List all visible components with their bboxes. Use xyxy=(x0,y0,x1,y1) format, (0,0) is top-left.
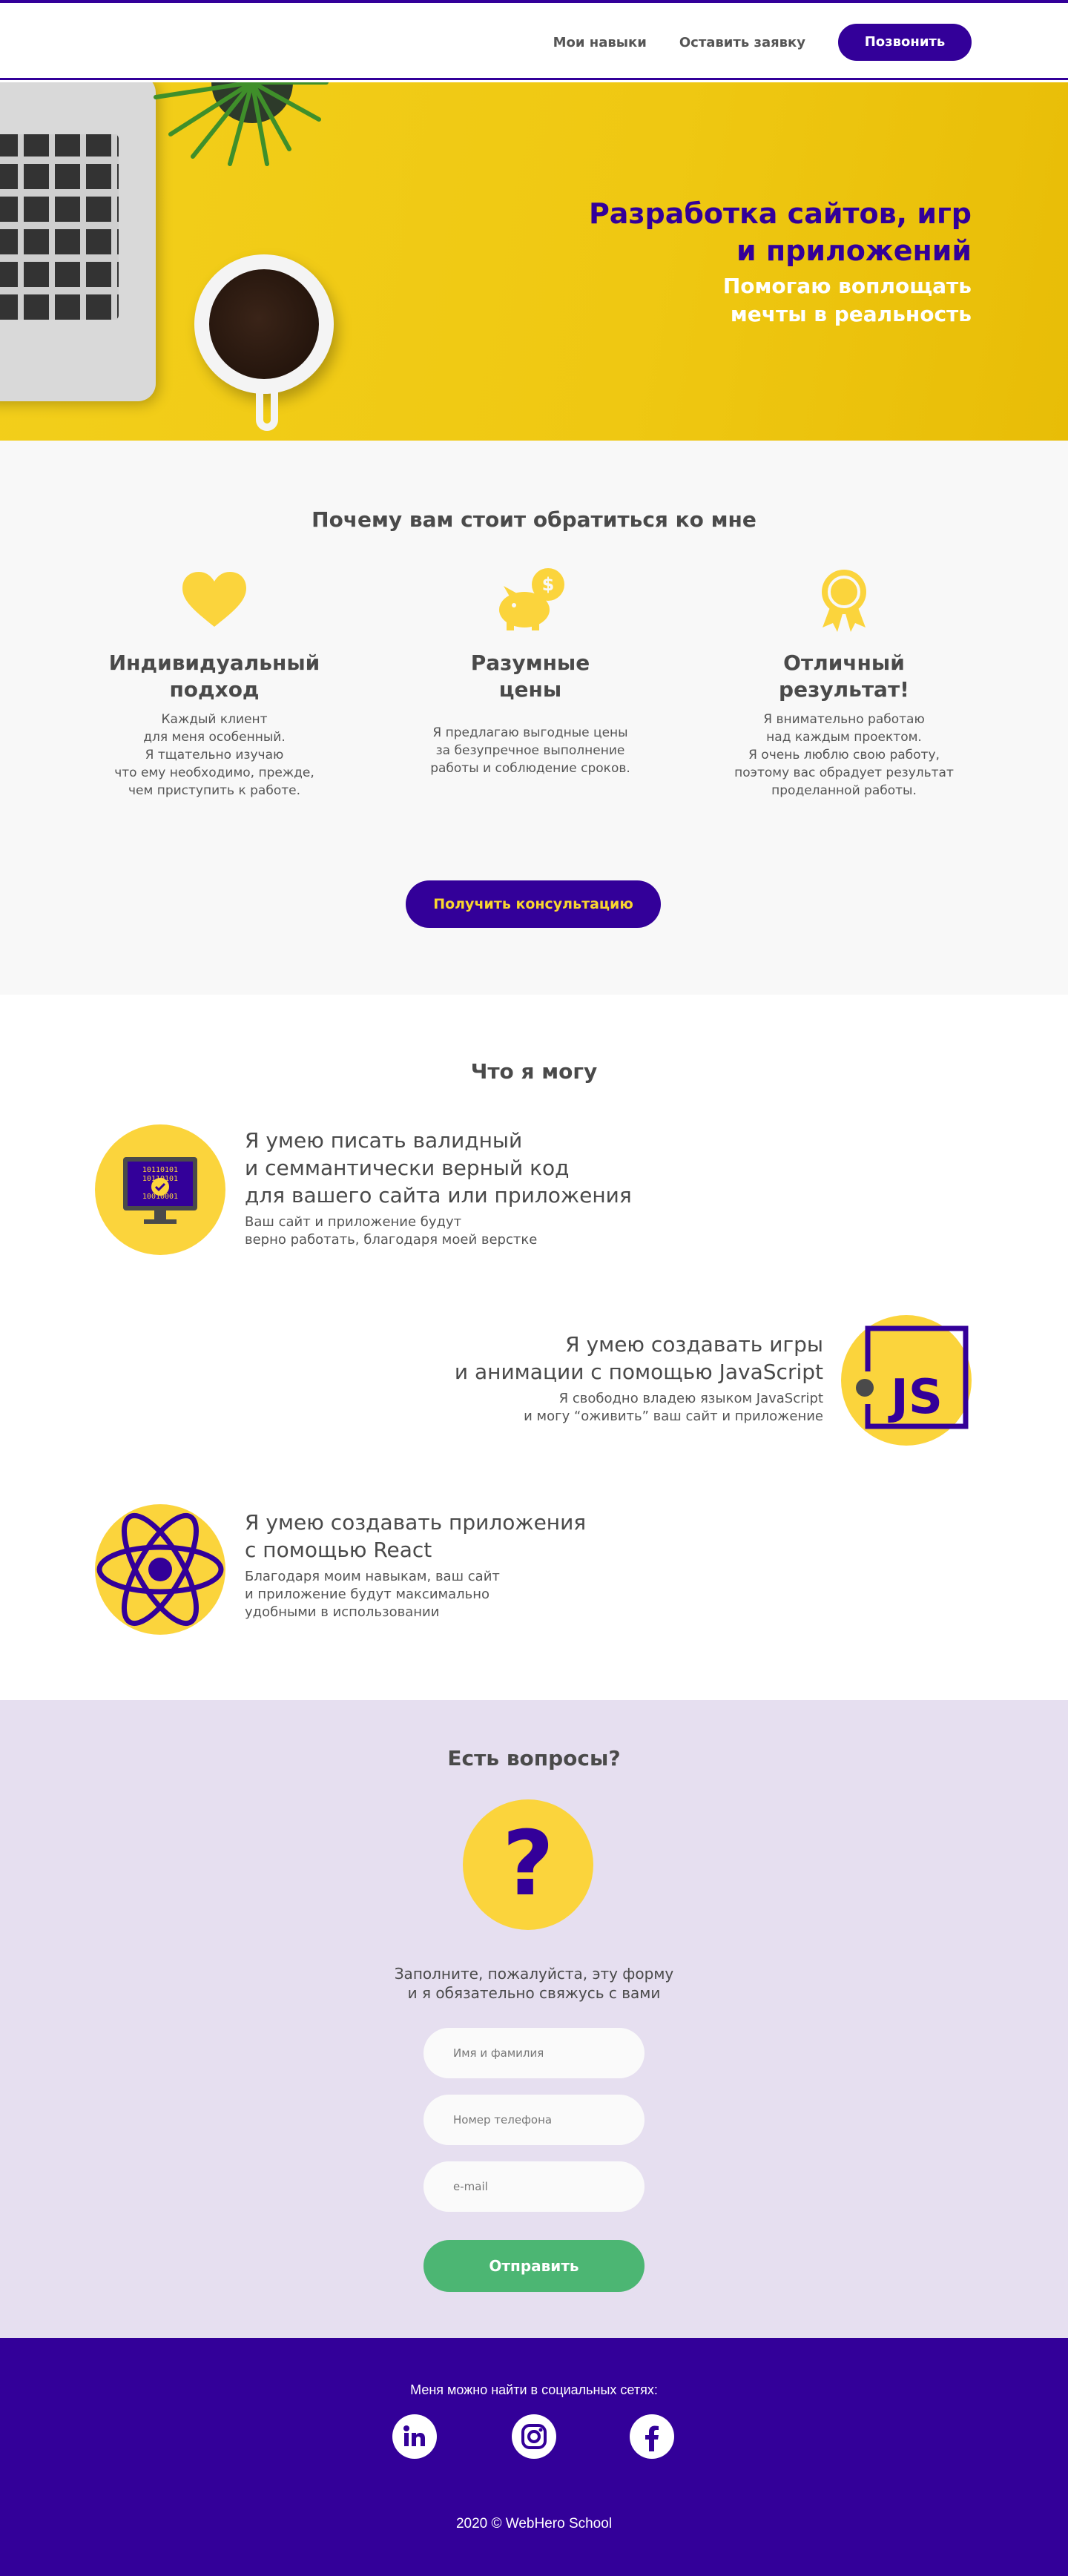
monitor-code-icon: 10110101 10110101 10010001 xyxy=(123,1157,197,1224)
piggy-bank-icon: $ xyxy=(499,568,564,630)
linkedin-icon[interactable] xyxy=(392,2414,437,2459)
questions-section: Есть вопросы? ? Заполните, пожалуйста, э… xyxy=(0,1700,1068,2338)
skill-title: Я умею писать валидный и семмантически ве… xyxy=(245,1128,632,1208)
skill-item-react: Я умею создавать приложения с помощью Rea… xyxy=(245,1509,586,1621)
why-me-section: Почему вам стоит обратиться ко мне Индив… xyxy=(0,441,1068,995)
laptop-image xyxy=(0,82,156,401)
main-nav: Мои навыки Оставить заявку Позвонить xyxy=(521,24,972,61)
feature-text: Я внимательно работаю над каждым проектом… xyxy=(734,712,954,798)
skills-title: Что я могу xyxy=(470,1059,598,1084)
skill-text: Благодаря моим навыкам, ваш сайт и прилож… xyxy=(245,1569,500,1620)
social-text: Меня можно найти в социальных сетях: xyxy=(410,2382,658,2397)
why-title: Почему вам стоит обратиться ко мне xyxy=(312,507,756,532)
feature-title: Индивидуальный подход xyxy=(108,650,320,702)
laptop-keys xyxy=(0,134,119,320)
facebook-icon[interactable] xyxy=(630,2414,674,2459)
skill-title: Я умею создавать приложения с помощью Rea… xyxy=(245,1510,587,1562)
feature-prices: $ Разумные цены Я предлагаю выгодные цены… xyxy=(404,567,656,777)
nav-request-link[interactable]: Оставить заявку xyxy=(679,35,805,50)
name-field[interactable]: Имя и фамилия xyxy=(423,2028,645,2078)
questions-text: Заполните, пожалуйста, эту форму и я обяз… xyxy=(394,1965,674,2002)
award-icon xyxy=(822,570,866,632)
nav-skills-link[interactable]: Мои навыки xyxy=(553,35,647,50)
skill-icon-circle xyxy=(95,1504,225,1635)
feature-text: Каждый клиент для меня особенный. Я тщател… xyxy=(114,712,314,798)
instagram-icon[interactable] xyxy=(512,2414,556,2459)
copyright-text: 2020 © WebHero School xyxy=(455,2516,613,2531)
hero-section: Разработка сайтов, игр и приложений Помог… xyxy=(0,82,1068,441)
skill-text: Ваш сайт и приложение будут верно работат… xyxy=(245,1214,538,1248)
consultation-button[interactable]: Получить консультацию xyxy=(406,880,661,928)
skill-item-code: Я умею писать валидный и семмантически ве… xyxy=(245,1127,632,1249)
skill-icon-circle: 10110101 10110101 10010001 xyxy=(95,1124,225,1255)
skill-icon-circle: JS xyxy=(841,1315,972,1446)
react-icon xyxy=(96,1512,224,1627)
call-button[interactable]: Позвонить xyxy=(838,24,972,61)
feature-text: Я предлагаю выгодные цены за безупречное … xyxy=(430,725,630,776)
skill-title: Я умею создавать игры и анимации с помощь… xyxy=(454,1332,823,1384)
skill-item-javascript: Я умею создавать игры и анимации с помощь… xyxy=(455,1331,823,1426)
header: Мои навыки Оставить заявку Позвонить xyxy=(0,3,1068,80)
skill-text: Я свободно владею языком JavaScript и мог… xyxy=(524,1391,823,1424)
feature-result: Отличный результат! Я внимательно работаю… xyxy=(718,567,970,800)
question-mark-icon: ? xyxy=(463,1799,593,1930)
hero-title: Разработка сайтов, игр и приложений xyxy=(588,197,972,267)
coffee-cup-image xyxy=(194,254,334,394)
feature-title: Отличный результат! xyxy=(779,650,909,702)
hero-subtitle: Помогаю воплощать мечты в реальность xyxy=(722,274,972,326)
skills-section: Что я могу 10110101 10110101 10010001 Я … xyxy=(0,995,1068,1700)
feature-individual: Индивидуальный подход Каждый клиент для ме… xyxy=(88,567,340,800)
javascript-icon: JS xyxy=(856,1325,969,1429)
cup-handle xyxy=(256,386,278,431)
svg-text:JS: JS xyxy=(888,1370,943,1425)
submit-button[interactable]: Отправить xyxy=(423,2240,645,2292)
svg-text:10110101: 10110101 xyxy=(142,1166,178,1174)
questions-title: Есть вопросы? xyxy=(447,1746,621,1770)
footer: Меня можно найти в социальных сетях: 202… xyxy=(0,2338,1068,2576)
feature-title: Разумные цены xyxy=(470,650,590,702)
phone-field[interactable]: Номер телефона xyxy=(423,2095,645,2145)
hero-text: Разработка сайтов, игр и приложений Помог… xyxy=(589,195,972,329)
email-field[interactable]: e-mail xyxy=(423,2161,645,2212)
heart-icon xyxy=(182,572,246,627)
plant-image xyxy=(154,82,329,166)
svg-text:$: $ xyxy=(542,574,555,595)
